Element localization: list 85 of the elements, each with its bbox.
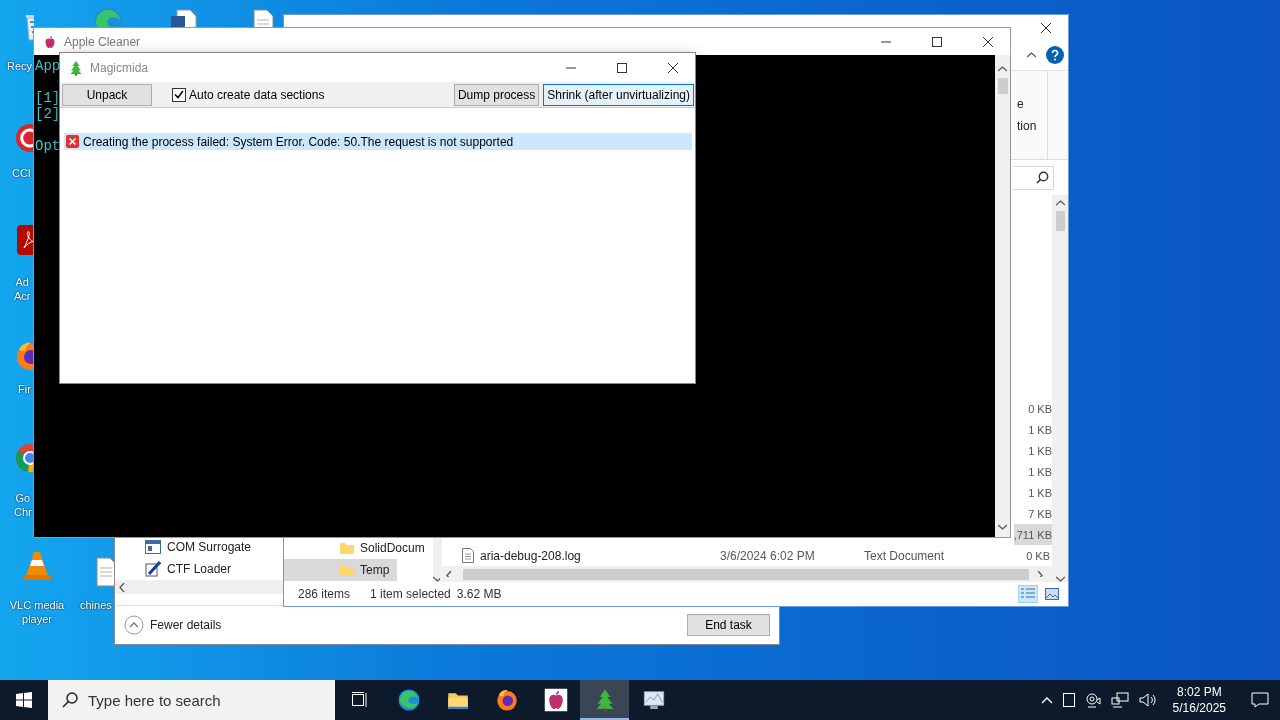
chevron-circle-icon	[124, 615, 144, 635]
file-row[interactable]: 1 KB	[1028, 419, 1052, 440]
tree-icon[interactable]	[68, 59, 84, 76]
toolbar-button[interactable]: Unpack	[62, 83, 152, 106]
file-row[interactable]: aria-debug-208.log 3/6/2024 6:02 PM Text Document 0 KB	[440, 545, 1052, 566]
help-icon[interactable]	[1046, 46, 1064, 64]
close-icon	[667, 62, 678, 73]
pen-icon	[145, 561, 161, 577]
icon-label: VLC media player	[8, 598, 66, 626]
search-field[interactable]: Type here to search	[48, 680, 335, 720]
speaker-icon[interactable]	[1138, 692, 1157, 708]
traffic-cone-icon[interactable]	[21, 550, 53, 582]
toolbar-button[interactable]: Dump process	[453, 83, 540, 106]
icon-label: chines	[80, 598, 112, 612]
window-title: Magicmida	[90, 60, 149, 75]
file-row[interactable]: 1 KB	[1028, 440, 1052, 461]
file-row[interactable]: ,711 KB	[1013, 524, 1052, 545]
folder-icon	[340, 542, 354, 554]
scroll-right-icon[interactable]	[1037, 571, 1046, 577]
icon-label: Fir	[18, 382, 31, 396]
scrollbar-thumb[interactable]	[1055, 211, 1065, 231]
close-icon	[1040, 22, 1051, 33]
collapse-ribbon-icon[interactable]	[1027, 52, 1036, 58]
text-file-icon	[462, 548, 474, 563]
network-icon[interactable]	[1110, 692, 1129, 708]
console-text: [1]	[35, 90, 61, 106]
clock[interactable]: 8:02 PM 5/16/2025	[1166, 684, 1232, 716]
process-row[interactable]: COM Surrogate	[115, 536, 260, 558]
folder-item[interactable]: SolidDocum	[284, 537, 433, 559]
end-task-button[interactable]: End task	[687, 614, 770, 636]
speech-bubble-icon	[1251, 692, 1269, 708]
error-icon	[66, 135, 79, 148]
windows-logo-icon	[16, 692, 32, 708]
ribbon-label: tion	[1017, 119, 1037, 133]
scroll-left-icon[interactable]	[119, 582, 125, 592]
scroll-up-icon[interactable]	[997, 66, 1007, 72]
console-text: Opt	[35, 138, 61, 154]
maximize-icon	[931, 36, 942, 47]
icon-label: Go Chr	[14, 491, 32, 519]
console-text: App	[35, 58, 61, 74]
status-text: 3.62 MB	[456, 587, 502, 601]
wave-logo-icon[interactable]	[396, 688, 421, 712]
status-text: 1 item selected	[370, 587, 451, 601]
scroll-down-icon[interactable]	[998, 524, 1007, 530]
search-icon	[1036, 171, 1049, 184]
file-row[interactable]: 1 KB	[1028, 482, 1052, 503]
monitor-icon[interactable]	[641, 688, 666, 712]
file-row[interactable]: 0 KB	[1028, 398, 1052, 419]
large-icons-view-button[interactable]	[1042, 585, 1062, 603]
task-view-icon	[351, 692, 369, 708]
log-entry[interactable]: Creating the process failed: System Error. Code: 50.The request is not supported	[64, 133, 692, 150]
process-row[interactable]: CTF Loader	[115, 558, 240, 580]
apple-logo-icon[interactable]	[543, 688, 568, 712]
scroll-down-icon[interactable]	[432, 576, 442, 582]
scrollbar-thumb[interactable]	[997, 78, 1008, 94]
scroll-down-icon[interactable]	[1055, 576, 1065, 582]
search-icon	[62, 692, 78, 708]
console-text: [2]	[35, 106, 61, 122]
close-icon	[982, 36, 993, 47]
document-icon[interactable]	[168, 8, 200, 28]
file-row[interactable]: 1 KB	[1028, 461, 1052, 482]
image-icon	[1045, 588, 1059, 600]
checkbox-label: Auto create data sections	[189, 87, 325, 102]
fox-logo-icon[interactable]	[494, 688, 519, 712]
scroll-up-icon[interactable]	[1055, 200, 1065, 206]
maximize-icon	[616, 62, 627, 73]
scrollbar-thumb[interactable]	[463, 568, 1029, 580]
icon-label: Ad Acr	[14, 275, 31, 303]
folder-item[interactable]: Temp	[284, 559, 398, 581]
icon-label: Recy	[7, 59, 33, 73]
toolbar-button[interactable]: Shrink (after unvirtualizing)	[543, 83, 694, 106]
status-text: 286 items	[298, 587, 351, 601]
file-row[interactable]: 7 KB	[1028, 503, 1052, 524]
ribbon-label: e	[1017, 97, 1024, 111]
window-title: Apple Cleaner	[64, 34, 141, 49]
search-field[interactable]	[1013, 165, 1054, 190]
rectangle-icon[interactable]	[1062, 693, 1075, 707]
folder-icon	[340, 564, 354, 576]
icon-label: CCl	[12, 166, 31, 180]
fewer-details-button[interactable]: Fewer details	[124, 615, 222, 635]
checkbox[interactable]	[172, 87, 186, 102]
window-icon	[145, 540, 161, 554]
chevron-up-icon[interactable]	[1040, 696, 1053, 704]
webcam-icon[interactable]	[1084, 692, 1101, 708]
list-icon	[1021, 588, 1035, 600]
